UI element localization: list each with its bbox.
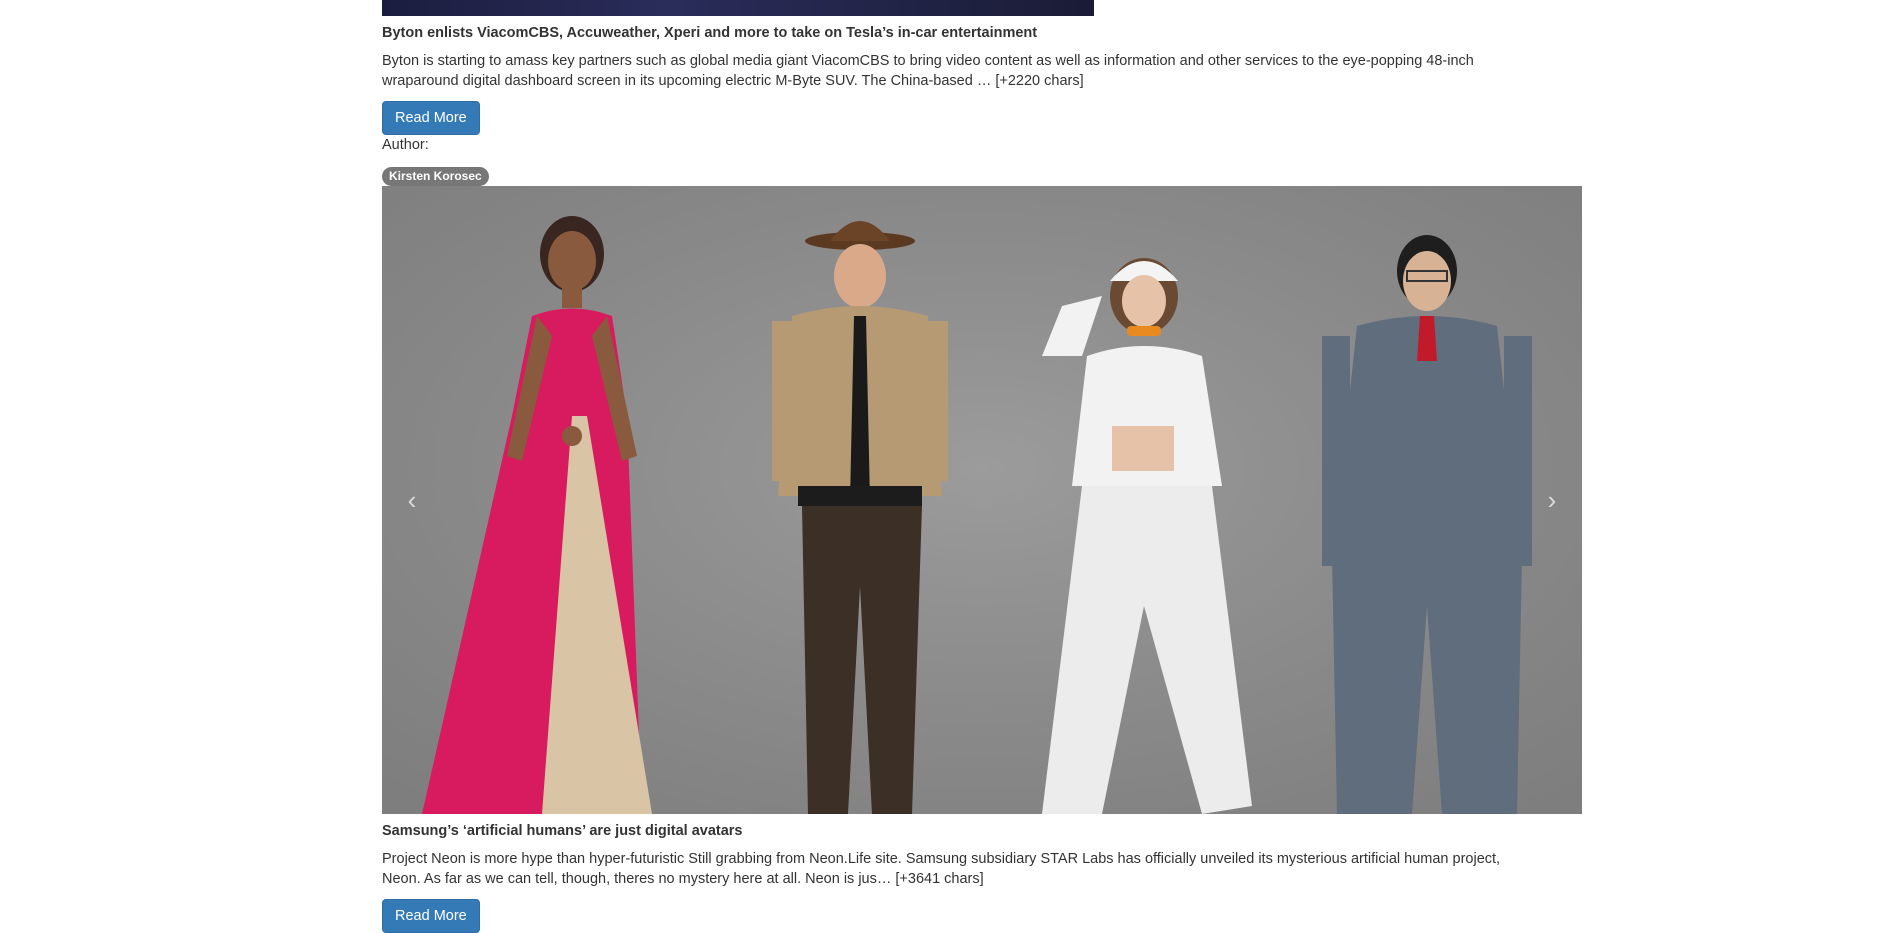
carousel-next-icon[interactable]: › [1522,186,1582,814]
article-description: Project Neon is more hype than hyper-fut… [382,851,1501,887]
carousel-prev-icon[interactable]: ‹ [382,186,442,814]
read-more-button[interactable]: Read More [382,899,480,933]
image-carousel: ‹ › [382,186,1582,814]
article-title: Samsung’s ‘artificial humans’ are just d… [382,823,743,839]
article-image-samsung-neon [382,186,1582,814]
article-description: Byton is starting to amass key partners … [382,53,1474,89]
article-image-byton [382,0,1094,16]
read-more-button[interactable]: Read More [382,101,480,135]
article-title: Byton enlists ViacomCBS, Accuweather, Xp… [382,25,1038,41]
author-badge: Kirsten Korosec [382,167,489,186]
author-label: Author: [382,137,429,153]
